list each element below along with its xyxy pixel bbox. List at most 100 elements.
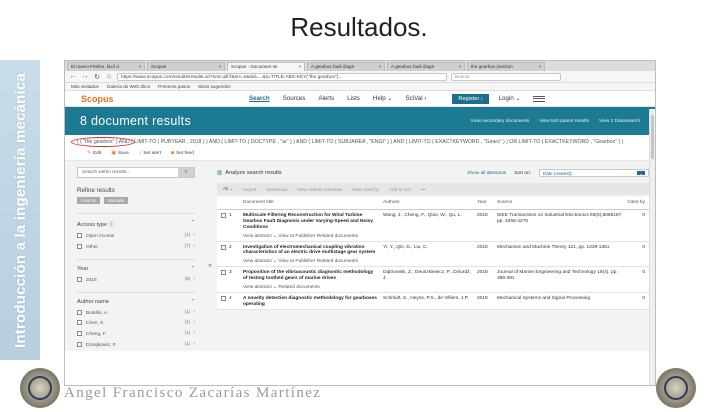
toolbar-item[interactable]: View citation overview: [297, 187, 342, 192]
chevron-right-icon[interactable]: ›: [193, 277, 195, 282]
toolbar-item[interactable]: Export: [243, 187, 256, 192]
browser-tab[interactable]: A gearbox fault diagn ×: [307, 62, 385, 71]
document-title-link[interactable]: Multiscale Filtering Reconstruction for …: [243, 213, 377, 230]
facet-option[interactable]: Cheng, F. (1) ›: [77, 331, 195, 337]
chevron-right-icon[interactable]: ›: [193, 244, 195, 249]
forward-icon[interactable]: →: [81, 73, 89, 80]
facet-header[interactable]: Access type ⓘ ⌃: [77, 220, 195, 228]
close-icon[interactable]: ×: [138, 64, 141, 70]
toolbar-item[interactable]: Add to List: [389, 187, 411, 192]
facet-option[interactable]: Chen, S. (1) ›: [77, 320, 195, 326]
chevron-right-icon[interactable]: ›: [193, 342, 195, 347]
checkbox[interactable]: [77, 233, 82, 239]
row-select[interactable]: 2: [221, 244, 243, 265]
nav-item[interactable]: Lists: [347, 95, 360, 102]
close-icon[interactable]: ×: [378, 64, 381, 70]
row-select[interactable]: 1: [221, 213, 243, 238]
hamburger-menu-icon[interactable]: [532, 95, 545, 102]
close-icon[interactable]: ×: [458, 64, 461, 70]
source-cell[interactable]: Journal of Marine Engineering and Techno…: [497, 270, 623, 290]
bookmark-item[interactable]: Más visitados: [71, 84, 99, 89]
cited-by-cell[interactable]: 0: [623, 270, 645, 290]
scopus-logo[interactable]: Scopus: [81, 94, 231, 104]
action-save[interactable]: ▣ Save: [111, 151, 128, 156]
facet-header[interactable]: Year ⌃: [77, 266, 195, 272]
action-set-feed[interactable]: ◙ Set feed: [171, 151, 194, 156]
chevron-up-icon[interactable]: ⌃: [190, 220, 195, 228]
nav-item[interactable]: Help ⌄: [373, 95, 393, 102]
register-button[interactable]: Register ›: [452, 93, 489, 104]
url-bar[interactable]: https://www.scopus.com/results/results.u…: [117, 72, 447, 81]
browser-tab[interactable]: El nuevo Firefox, fácil d ×: [67, 62, 145, 71]
source-cell[interactable]: Mechanical Systems and Signal Processing: [497, 296, 623, 308]
banner-link[interactable]: View 2 DataSearch: [599, 119, 640, 124]
row-links[interactable]: View abstract ⌄ Related documents: [243, 285, 377, 290]
toolbar-item[interactable]: Download: [267, 187, 287, 192]
close-icon[interactable]: ×: [218, 64, 221, 70]
col-authors[interactable]: Authors: [383, 200, 477, 206]
row-select[interactable]: 3: [221, 270, 243, 290]
toolbar-item[interactable]: View cited by: [352, 187, 379, 192]
collapse-sidebar-icon[interactable]: «: [205, 161, 215, 351]
col-title[interactable]: Document title: [243, 200, 383, 206]
browser-tab[interactable]: Scopus ×: [147, 62, 225, 71]
document-title-link[interactable]: Investigation of electromechanical coupl…: [243, 245, 377, 257]
checkbox[interactable]: [221, 270, 226, 276]
browser-tab[interactable]: A gearbox fault diagn ×: [387, 62, 465, 71]
chevron-right-icon[interactable]: ›: [193, 310, 195, 315]
browser-tab[interactable]: Scopus - Document se ×: [227, 62, 305, 71]
action-edit[interactable]: ✎ Edit: [87, 151, 101, 156]
col-source[interactable]: Source: [497, 200, 623, 206]
chevron-up-icon[interactable]: ⌃: [190, 299, 195, 305]
search-icon[interactable]: ⌕: [178, 168, 194, 178]
col-year[interactable]: Year: [477, 200, 497, 206]
checkbox[interactable]: [77, 331, 82, 337]
scrollbar-thumb[interactable]: [651, 115, 654, 159]
checkbox[interactable]: [77, 320, 82, 326]
facet-option[interactable]: Open Access (1) ›: [77, 233, 195, 239]
close-icon[interactable]: ×: [298, 64, 301, 70]
checkbox[interactable]: [77, 342, 82, 347]
checkbox[interactable]: [77, 244, 82, 250]
home-icon[interactable]: ⌂: [105, 73, 113, 80]
nav-item[interactable]: Sources: [283, 95, 306, 102]
exclude-button[interactable]: Exclude: [103, 197, 129, 205]
row-select[interactable]: 4: [221, 295, 243, 308]
document-title-link[interactable]: A novelty detection diagnostic methodolo…: [243, 296, 377, 308]
checkbox[interactable]: [77, 276, 82, 282]
limit-to-button[interactable]: Limit to: [77, 197, 100, 205]
facet-option[interactable]: Other (7) ›: [77, 244, 195, 250]
checkbox[interactable]: [77, 309, 82, 315]
nav-item[interactable]: Search: [249, 95, 270, 102]
browser-tab[interactable]: the gearbox (section ×: [467, 62, 545, 71]
bookmark-item[interactable]: Primeros pasos: [158, 84, 190, 89]
document-title-link[interactable]: Proposition of the vibroacoustic diagnos…: [243, 270, 377, 282]
source-cell[interactable]: Mechanism and Machine Theory 121, pp. 13…: [497, 245, 623, 265]
source-cell[interactable]: IEEE Transactions on Industrial Electron…: [497, 213, 623, 238]
chevron-right-icon[interactable]: ›: [193, 233, 195, 238]
analyze-link[interactable]: Analyze search results: [225, 170, 281, 176]
facet-option[interactable]: Dzusjkowiz, P. (1) ›: [77, 342, 195, 348]
authors-cell[interactable]: Wang, J., Cheng, F., Qiao, W., Qu, L.: [383, 213, 477, 238]
cited-by-cell[interactable]: 0: [623, 296, 645, 308]
close-icon[interactable]: ×: [538, 64, 541, 70]
toolbar-item[interactable]: •••: [421, 187, 426, 192]
action-set-alert[interactable]: ♪ Set alert: [139, 151, 161, 156]
cited-by-cell[interactable]: 0: [623, 213, 645, 238]
back-icon[interactable]: ←: [69, 73, 77, 80]
banner-link[interactable]: View 540 patent results: [539, 119, 589, 124]
browser-search-input[interactable]: Buscar: [451, 72, 561, 81]
reload-icon[interactable]: ↻: [93, 73, 101, 81]
search-within-input[interactable]: Search within results... ⌕: [77, 167, 195, 179]
authors-cell[interactable]: Schmidt, S., Heyns, P.S., de Villiers, J…: [383, 296, 477, 308]
cited-by-cell[interactable]: 0: [623, 245, 645, 265]
authors-cell[interactable]: Dąbrowski, Z., Deuszkiewicz, P., Dziurdź…: [383, 270, 477, 290]
nav-item[interactable]: Alerts: [318, 95, 334, 102]
bookmark-item[interactable]: Galería de Web Slice: [107, 84, 150, 89]
checkbox[interactable]: [221, 213, 226, 219]
facet-option[interactable]: Bustillo, A. (1) ›: [77, 309, 195, 315]
checkbox[interactable]: [221, 244, 226, 250]
banner-link[interactable]: View secondary documents: [471, 119, 530, 124]
facet-header[interactable]: Author name ⌃: [77, 299, 195, 305]
chevron-right-icon[interactable]: ›: [193, 331, 195, 336]
